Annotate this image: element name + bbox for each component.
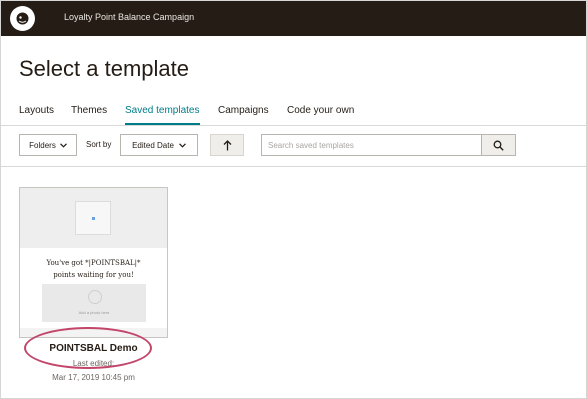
preview-image-placeholder: Add a photo here (42, 284, 146, 322)
template-preview-headline: You've got *|POINTSBAL|* points waiting … (26, 257, 161, 281)
template-preview-header (20, 188, 167, 248)
logo-placeholder-dot (92, 217, 95, 220)
tabs-divider (1, 125, 586, 126)
sort-select[interactable]: Edited Date (120, 134, 198, 156)
search-button[interactable] (481, 134, 516, 156)
search-input[interactable] (261, 134, 482, 156)
preview-image-text: Add a photo here (78, 310, 110, 315)
last-edited-date: Mar 17, 2019 10:45 pm (52, 373, 135, 382)
chevron-down-icon (178, 142, 186, 148)
campaign-title: Loyalty Point Balance Campaign (64, 12, 195, 22)
image-icon (88, 290, 102, 304)
mailchimp-logo-icon[interactable] (10, 6, 35, 31)
tab-themes[interactable]: Themes (71, 105, 107, 120)
tab-saved-templates[interactable]: Saved templates (125, 105, 200, 120)
sort-by-label: Sort by (86, 140, 112, 149)
chevron-down-icon (59, 142, 67, 148)
sort-direction-button[interactable] (210, 134, 244, 156)
sort-select-value: Edited Date (132, 140, 174, 150)
template-card[interactable]: You've got *|POINTSBAL|* points waiting … (19, 187, 168, 338)
template-name[interactable]: POINTSBAL Demo (19, 343, 168, 354)
tab-code-your-own[interactable]: Code your own (287, 105, 354, 120)
tab-campaigns[interactable]: Campaigns (218, 105, 269, 120)
page-title: Select a template (19, 56, 189, 81)
search-icon (493, 140, 504, 151)
toolbar-divider (1, 166, 586, 167)
folders-label: Folders (29, 140, 56, 150)
last-edited-label: Last edited: (72, 359, 115, 368)
preview-headline-line-1: You've got *|POINTSBAL|* (46, 259, 141, 267)
top-bar: Loyalty Point Balance Campaign (1, 1, 586, 36)
preview-headline-line-2: points waiting for you! (53, 271, 134, 279)
folders-dropdown[interactable]: Folders (19, 134, 77, 156)
logo-placeholder (75, 201, 111, 235)
arrow-up-icon (223, 139, 231, 150)
tab-layouts[interactable]: Layouts (19, 105, 54, 120)
app-window: Loyalty Point Balance Campaign Select a … (0, 0, 587, 399)
